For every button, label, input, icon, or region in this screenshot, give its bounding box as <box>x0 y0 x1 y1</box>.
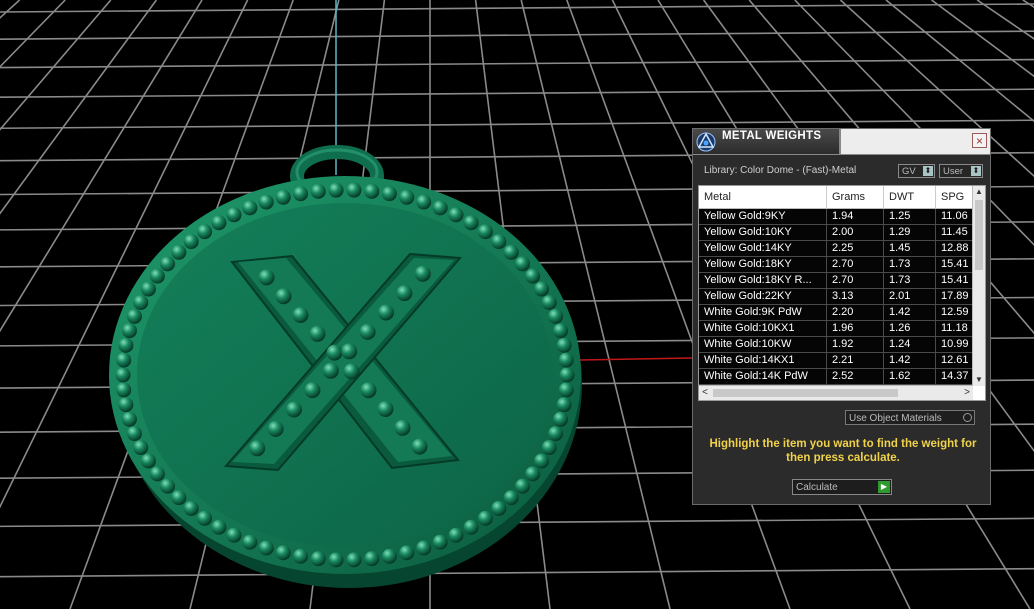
scroll-thumb[interactable] <box>975 200 983 270</box>
dwt-cell: 1.29 <box>884 225 936 240</box>
title-tab: METAL WEIGHTS <box>693 129 841 154</box>
panel-title: METAL WEIGHTS <box>722 130 822 142</box>
grams-cell: 2.70 <box>827 273 884 288</box>
close-button[interactable]: × <box>972 133 987 148</box>
dwt-cell: 1.73 <box>884 273 936 288</box>
grams-cell: 1.92 <box>827 337 884 352</box>
metal-cell: Yellow Gold:22KY <box>699 289 827 304</box>
gv-dropdown[interactable]: GV ⬍ <box>898 164 935 178</box>
grams-cell: 1.94 <box>827 209 884 224</box>
app-icon <box>696 132 716 152</box>
table-header: Metal Grams DWT SPG <box>699 186 976 209</box>
vertical-scrollbar[interactable]: ▲ ▼ <box>972 186 985 386</box>
grams-cell: 2.21 <box>827 353 884 368</box>
grams-cell: 1.96 <box>827 321 884 336</box>
dwt-cell: 1.42 <box>884 353 936 368</box>
grams-cell: 3.13 <box>827 289 884 304</box>
spg-cell: 14.37 <box>936 369 976 384</box>
dwt-cell: 2.01 <box>884 289 936 304</box>
table-row[interactable]: White Gold:14KX1 2.21 1.42 12.61 <box>699 353 976 369</box>
grams-cell: 2.20 <box>827 305 884 320</box>
table-row[interactable]: Yellow Gold:14KY 2.25 1.45 12.88 <box>699 241 976 257</box>
metal-cell: White Gold:10KW <box>699 337 827 352</box>
spg-cell: 12.61 <box>936 353 976 368</box>
metal-cell: White Gold:14KX1 <box>699 353 827 368</box>
table-row[interactable]: Yellow Gold:9KY 1.94 1.25 11.06 <box>699 209 976 225</box>
table-row[interactable]: White Gold:14K PdW 2.52 1.62 14.37 <box>699 369 976 385</box>
scroll-up-icon[interactable]: ▲ <box>973 186 985 198</box>
table-row[interactable]: Yellow Gold:18KY 2.70 1.73 15.41 <box>699 257 976 273</box>
pendant-x-model[interactable] <box>109 145 582 588</box>
use-object-materials-label: Use Object Materials <box>849 413 942 424</box>
metal-cell: Yellow Gold:18KY <box>699 257 827 272</box>
grams-cell: 2.70 <box>827 257 884 272</box>
panel-titlebar[interactable]: METAL WEIGHTS × <box>693 129 990 155</box>
library-label: Library: Color Dome - (Fast)-Metal <box>704 165 857 176</box>
spg-cell: 11.18 <box>936 321 976 336</box>
metal-weights-panel: METAL WEIGHTS × Library: Color Dome - (F… <box>692 128 991 505</box>
metal-cell: White Gold:10KX1 <box>699 321 827 336</box>
column-header-metal[interactable]: Metal <box>699 186 827 208</box>
metal-cell: Yellow Gold:10KY <box>699 225 827 240</box>
scroll-left-icon[interactable]: < <box>699 386 711 400</box>
table-row[interactable]: Yellow Gold:10KY 2.00 1.29 11.45 <box>699 225 976 241</box>
table-row[interactable]: White Gold:10KX1 1.96 1.26 11.18 <box>699 321 976 337</box>
table-row[interactable]: White Gold:10KW 1.92 1.24 10.99 <box>699 337 976 353</box>
calculate-label: Calculate <box>796 482 838 493</box>
scroll-thumb-horizontal[interactable] <box>713 389 898 397</box>
calculate-button[interactable]: Calculate ▶ <box>792 479 892 495</box>
grams-cell: 2.25 <box>827 241 884 256</box>
dwt-cell: 1.26 <box>884 321 936 336</box>
spg-cell: 11.45 <box>936 225 976 240</box>
metal-cell: White Gold:9K PdW <box>699 305 827 320</box>
user-dropdown-label: User <box>943 166 964 177</box>
play-arrow-icon: ▶ <box>878 481 890 493</box>
spg-cell: 15.41 <box>936 257 976 272</box>
metal-cell: Yellow Gold:9KY <box>699 209 827 224</box>
horizontal-scrollbar[interactable]: < > <box>699 385 973 400</box>
gv-dropdown-label: GV <box>902 166 916 177</box>
grams-cell: 2.52 <box>827 369 884 384</box>
user-dropdown[interactable]: User ⬍ <box>939 164 983 178</box>
metal-cell: Yellow Gold:14KY <box>699 241 827 256</box>
spg-cell: 12.59 <box>936 305 976 320</box>
instructions-text: Highlight the item you want to find the … <box>709 438 977 464</box>
spg-cell: 12.88 <box>936 241 976 256</box>
spg-cell: 10.99 <box>936 337 976 352</box>
table-body: Yellow Gold:9KY 1.94 1.25 11.06 Yellow Gold:… <box>699 209 976 385</box>
dwt-cell: 1.45 <box>884 241 936 256</box>
metal-table: Metal Grams DWT SPG Yellow Gold:9KY 1.94 1… <box>698 185 986 401</box>
dwt-cell: 1.42 <box>884 305 936 320</box>
column-header-grams[interactable]: Grams <box>827 186 884 208</box>
dwt-cell: 1.24 <box>884 337 936 352</box>
table-row[interactable]: Yellow Gold:22KY 3.13 2.01 17.89 <box>699 289 976 305</box>
dwt-cell: 1.25 <box>884 209 936 224</box>
use-object-materials-toggle[interactable]: Use Object Materials <box>845 410 975 425</box>
dropdown-arrow-icon: ⬍ <box>923 166 933 176</box>
table-row[interactable]: Yellow Gold:18KY R... 2.70 1.73 15.41 <box>699 273 976 289</box>
spg-cell: 17.89 <box>936 289 976 304</box>
metal-cell: Yellow Gold:18KY R... <box>699 273 827 288</box>
column-header-dwt[interactable]: DWT <box>884 186 936 208</box>
x-axis-line <box>579 357 693 361</box>
spg-cell: 11.06 <box>936 209 976 224</box>
metal-cell: White Gold:14K PdW <box>699 369 827 384</box>
table-row[interactable]: White Gold:9K PdW 2.20 1.42 12.59 <box>699 305 976 321</box>
grams-cell: 2.00 <box>827 225 884 240</box>
scroll-right-icon[interactable]: > <box>961 386 973 400</box>
dropdown-arrow-icon: ⬍ <box>971 166 981 176</box>
column-header-spg[interactable]: SPG <box>936 186 976 208</box>
dwt-cell: 1.62 <box>884 369 936 384</box>
scroll-down-icon[interactable]: ▼ <box>973 374 985 386</box>
spg-cell: 15.41 <box>936 273 976 288</box>
radio-icon <box>963 413 972 422</box>
dwt-cell: 1.73 <box>884 257 936 272</box>
